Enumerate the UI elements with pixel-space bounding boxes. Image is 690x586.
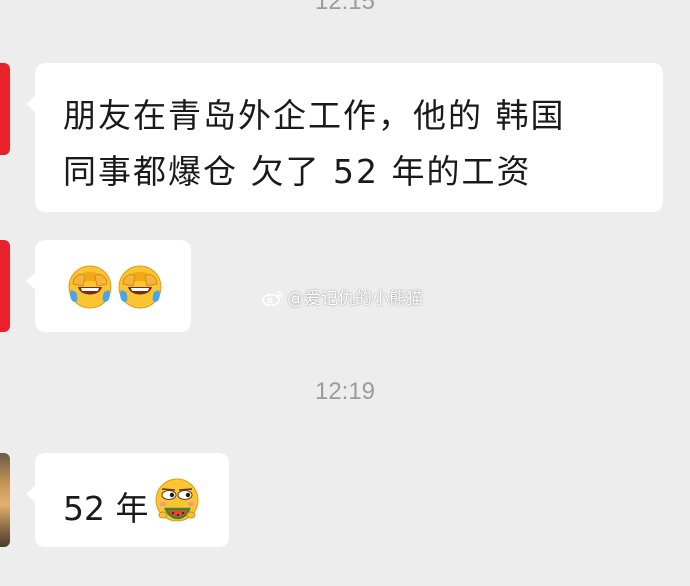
smirk-eating-watermelon-emoji	[155, 478, 199, 522]
message-bubble[interactable]: 朋友在青岛外企工作，他的 韩国 同事都爆仓 欠了 52 年的工资	[26, 63, 663, 212]
timestamp: 12:15	[314, 0, 376, 15]
timestamp: 12:19	[314, 378, 376, 405]
message-text: 52 年	[63, 489, 149, 528]
chat-window: 12:15 朋友在青岛外企工作，他的 韩国 同事都爆仓 欠了 52 年的工资 @…	[0, 0, 690, 586]
sender-avatar[interactable]	[0, 63, 10, 155]
message-bubble[interactable]	[26, 240, 191, 332]
message-text-line: 朋友在青岛外企工作，他的 韩国	[63, 96, 566, 135]
watermark: @爱记仇的小熊猫	[262, 284, 423, 309]
message-bubble[interactable]: 52 年	[26, 453, 229, 547]
sender-avatar[interactable]	[0, 240, 10, 332]
message-text-line: 同事都爆仓 欠了 52 年的工资	[63, 152, 532, 191]
watermark-text: @爱记仇的小熊猫	[287, 289, 423, 309]
sender-avatar[interactable]	[0, 453, 10, 547]
sweat-laugh-facepalm-emoji	[68, 265, 112, 309]
weibo-logo-icon	[262, 291, 283, 306]
sweat-laugh-facepalm-emoji	[118, 265, 162, 309]
